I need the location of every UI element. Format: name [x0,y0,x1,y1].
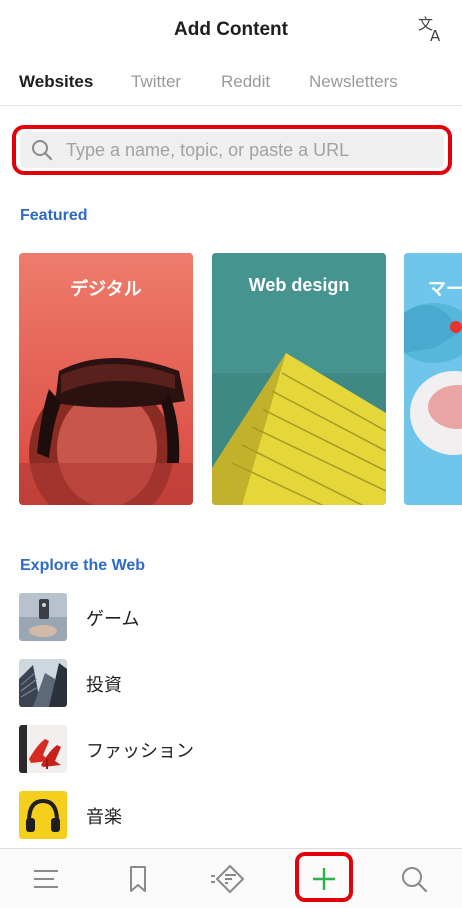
featured-heading: Featured [20,207,88,224]
search-input[interactable] [66,132,436,168]
games-thumbnail [19,593,67,641]
add-button-highlight-frame [295,852,353,902]
featured-card-label: Web design [248,275,350,295]
investing-thumbnail [19,659,67,707]
search-icon [402,867,428,893]
nav-search-button[interactable] [394,859,434,899]
featured-card-label: デジタル [70,279,142,299]
featured-card-web-design[interactable]: Web design [212,253,386,505]
translate-icon: 文 A [418,15,441,45]
list-item-label: ゲーム [86,609,140,629]
menu-icon [34,870,58,888]
list-item-investing[interactable]: 投資 [0,654,462,712]
translate-button[interactable]: 文 A [414,12,448,46]
tab-reddit[interactable]: Reddit [221,72,270,92]
list-item-label: ファッション [86,741,194,761]
featured-carousel: デジタル Web design マー [0,253,462,507]
featured-card-digital[interactable]: デジタル [19,253,193,505]
tab-websites[interactable]: Websites [19,72,93,92]
list-item-label: 投資 [86,675,122,695]
feedly-icon [211,865,244,893]
page-title: Add Content [174,19,288,40]
featured-card-marketing[interactable]: マー [404,253,462,505]
tab-newsletters[interactable]: Newsletters [309,72,398,92]
featured-card-label: マー [428,279,462,299]
tab-twitter[interactable]: Twitter [131,72,181,92]
nav-saved-button[interactable] [118,859,158,899]
nav-menu-button[interactable] [26,859,66,899]
music-thumbnail [19,791,67,839]
explore-heading: Explore the Web [20,557,146,574]
nav-feed-button[interactable] [206,859,246,899]
search-bar[interactable] [20,132,444,168]
header: Add Content 文 A [0,0,462,60]
bottom-navigation [0,848,462,908]
list-item-fashion[interactable]: ファッション [0,720,462,778]
source-tabs: Websites Twitter Reddit Newsletters [0,62,462,106]
svg-text:A: A [430,27,441,45]
fashion-thumbnail [19,725,67,773]
list-item-label: 音楽 [86,807,122,827]
bookmark-icon [130,866,146,892]
list-item-music[interactable]: 音楽 [0,786,462,844]
list-item-games[interactable]: ゲーム [0,588,462,646]
search-icon [32,140,53,161]
